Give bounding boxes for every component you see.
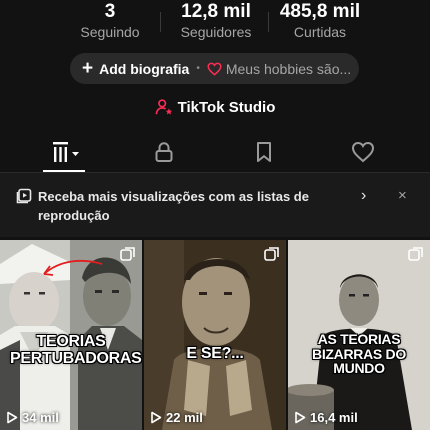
add-bio-button[interactable]: + Add biografia • Meus hobbies são... bbox=[70, 53, 359, 84]
video-thumbnail[interactable]: AS TEORIAS BIZARRAS DO MUNDO 16,4 mil bbox=[288, 240, 430, 430]
playlist-icon bbox=[16, 188, 32, 204]
video-caption: E SE?... bbox=[186, 345, 244, 362]
person-star-icon bbox=[155, 99, 172, 115]
playlist-promo-banner[interactable]: Receba mais visualizações com as listas … bbox=[0, 173, 430, 237]
play-icon bbox=[151, 411, 162, 424]
play-icon bbox=[295, 411, 306, 424]
tab-videos[interactable] bbox=[36, 134, 96, 170]
view-count-text: 16,4 mil bbox=[310, 410, 358, 425]
followers-stat[interactable]: 12,8 mil Seguidores bbox=[168, 0, 264, 40]
view-count-text: 34 mil bbox=[22, 410, 59, 425]
followers-label: Seguidores bbox=[180, 24, 252, 40]
plus-icon: + bbox=[82, 58, 94, 79]
following-count: 3 bbox=[104, 1, 116, 22]
hobbies-suggestion: Meus hobbies são... bbox=[225, 60, 352, 77]
add-bio-label: Add biografia bbox=[99, 60, 190, 77]
stat-divider bbox=[268, 12, 269, 32]
profile-stats: 3 Seguindo 12,8 mil Seguidores 485,8 mil… bbox=[0, 0, 430, 46]
view-count-text: 22 mil bbox=[166, 410, 203, 425]
video-caption: AS TEORIAS BIZARRAS DO MUNDO bbox=[312, 331, 406, 377]
chevron-right-icon[interactable]: › bbox=[361, 187, 366, 205]
likes-stat[interactable]: 485,8 mil Curtidas bbox=[270, 0, 370, 40]
multi-photo-icon bbox=[408, 247, 423, 261]
view-count: 16,4 mil bbox=[294, 410, 358, 425]
separator-dot: • bbox=[196, 63, 200, 74]
stat-divider bbox=[160, 12, 161, 32]
followers-count: 12,8 mil bbox=[181, 1, 251, 22]
videos-grid-icon bbox=[53, 142, 79, 162]
heart-icon bbox=[351, 141, 375, 163]
banner-text: Receba mais visualizações com as listas … bbox=[38, 189, 309, 223]
likes-label: Curtidas bbox=[293, 24, 347, 40]
bookmark-icon bbox=[257, 142, 271, 162]
heart-outline-icon bbox=[207, 62, 222, 76]
view-count: 22 mil bbox=[150, 410, 203, 425]
video-thumbnail[interactable]: E SE?... 22 mil bbox=[144, 240, 286, 430]
following-stat[interactable]: 3 Seguindo bbox=[70, 0, 150, 40]
play-icon bbox=[7, 411, 18, 424]
likes-count: 485,8 mil bbox=[279, 1, 361, 22]
thumbnail-image bbox=[144, 240, 286, 430]
following-label: Seguindo bbox=[80, 24, 140, 40]
view-count: 34 mil bbox=[6, 410, 59, 425]
lock-icon bbox=[155, 142, 173, 162]
video-thumbnail[interactable]: TEORIAS PERTUBADORAS 34 mil bbox=[0, 240, 142, 430]
close-icon[interactable]: × bbox=[398, 187, 407, 204]
tab-liked[interactable] bbox=[333, 134, 393, 170]
profile-tabs bbox=[0, 134, 430, 172]
tiktok-studio-link[interactable]: TikTok Studio bbox=[0, 95, 430, 119]
video-grid: TEORIAS PERTUBADORAS 34 mil E SE?... 22 … bbox=[0, 240, 430, 430]
tab-saved[interactable] bbox=[234, 134, 294, 170]
tab-private[interactable] bbox=[134, 134, 194, 170]
multi-photo-icon bbox=[120, 247, 135, 261]
multi-photo-icon bbox=[264, 247, 279, 261]
video-caption: TEORIAS PERTUBADORAS bbox=[10, 333, 142, 367]
studio-label: TikTok Studio bbox=[177, 98, 276, 116]
